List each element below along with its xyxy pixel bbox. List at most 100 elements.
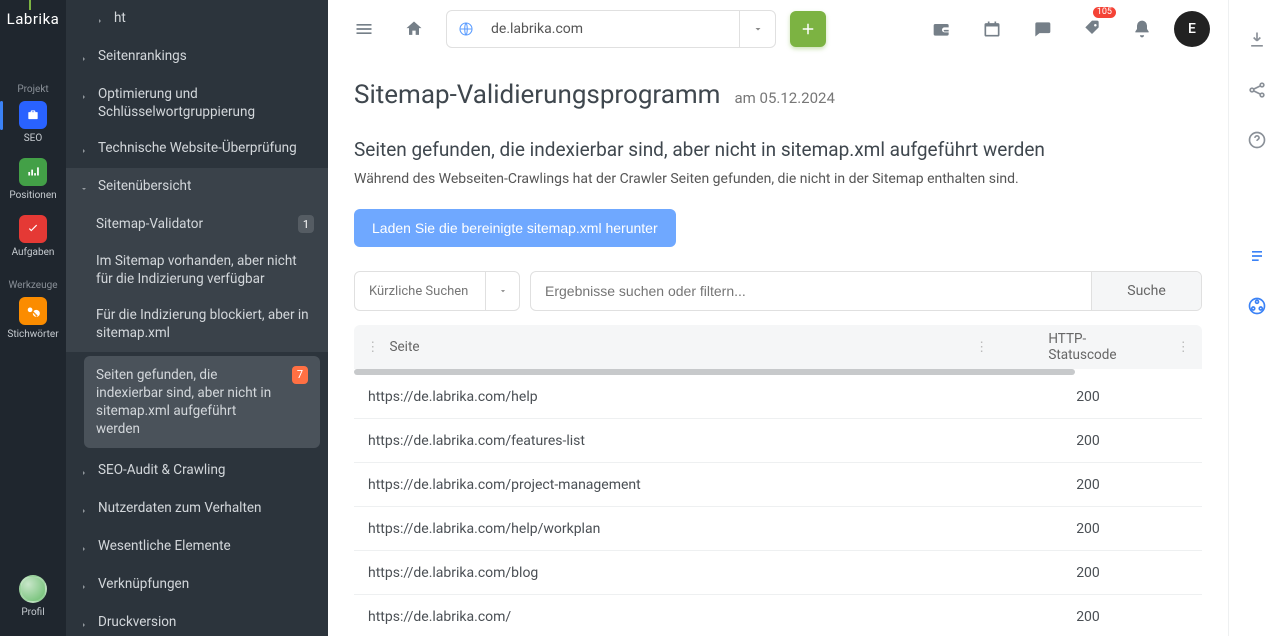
sidebar-item-label: Seitenrankings [98,47,314,65]
briefcase-icon [19,101,47,129]
sidebar-item-label: Für die Indizierung blockiert, aber in s… [96,306,314,342]
cell-status: 200 [988,521,1188,537]
page-date: am 05.12.2024 [734,89,834,107]
chevron-right-icon [80,503,90,519]
table-row[interactable]: https://de.labrika.com/project-managemen… [354,463,1202,507]
cell-url: https://de.labrika.com/blog [368,565,988,581]
rail-label: Stichwörter [7,329,58,340]
table-scroll-indicator [354,369,1202,375]
sidebar-item[interactable]: Für die Indizierung blockiert, aber in s… [66,297,328,351]
user-avatar[interactable]: E [1174,11,1210,47]
chevron-right-icon [80,143,90,159]
search-input[interactable] [531,272,1091,310]
sidebar-item-label: Sitemap-Validator [96,215,284,233]
sidebar-item[interactable]: Sitemap-Validator1 [66,206,328,242]
chevron-right-icon [80,51,90,67]
recent-searches-dropdown[interactable]: Kürzliche Suchen [354,271,520,311]
chevron-right-icon [80,579,90,595]
share-icon[interactable] [1247,80,1267,104]
table-row[interactable]: https://de.labrika.com/blog200 [354,551,1202,595]
column-menu-icon[interactable]: ⋮ [975,339,989,355]
page-title: Sitemap-Validierungsprogramm [354,80,720,110]
sidebar-item[interactable]: Verknüpfungen [66,566,328,604]
cell-url: https://de.labrika.com/project-managemen… [368,477,988,493]
cell-status: 200 [988,433,1188,449]
page-header: Sitemap-Validierungsprogramm am 05.12.20… [354,80,1202,110]
rail-label: Aufgaben [12,247,55,258]
cell-status: 200 [988,389,1188,405]
menu-button[interactable] [346,11,382,47]
sidebar-nav: ht Seitenrankings Optimierung und Schlüsse… [66,0,328,636]
sidebar-item-label: Seiten gefunden, die indexierbar sind, a… [96,366,278,439]
sidebar-item-label: Verknüpfungen [98,575,314,593]
sidebar-badge: 7 [292,366,308,384]
download-icon[interactable] [1247,30,1267,54]
main-area: de.labrika.com 105 [328,0,1228,636]
sidebar-item-label: ht [114,9,314,27]
help-icon[interactable] [1247,130,1267,154]
chart-icon [19,158,47,186]
chevron-down-icon[interactable] [739,11,775,47]
cell-status: 200 [988,565,1188,581]
sidebar-item[interactable]: Druckversion [66,604,328,636]
sidebar-item[interactable]: Optimierung und Schlüsselwortgruppierung [66,76,328,130]
site-selector[interactable]: de.labrika.com [446,10,776,48]
sidebar-item-label: Wesentliche Elemente [98,537,314,555]
sidebar-item[interactable]: Wesentliche Elemente [66,528,328,566]
bell-button[interactable] [1124,11,1160,47]
cell-status: 200 [988,477,1188,493]
sidebar-item[interactable]: Technische Website-Überprüfung [66,130,328,168]
site-name: de.labrika.com [485,21,739,37]
column-status-label: HTTP-Statuscode [1048,331,1116,363]
sidebar-item[interactable]: ht [66,0,328,38]
globe-network-icon[interactable] [1247,296,1267,320]
sidebar-item-label: Technische Website-Überprüfung [98,139,314,157]
cell-url: https://de.labrika.com/help [368,389,988,405]
column-menu-icon[interactable]: ⋮ [366,339,380,355]
add-site-button[interactable] [790,11,826,47]
sidebar-item[interactable]: SEO-Audit & Crawling [66,452,328,490]
section-description: Während des Webseiten-Crawlings hat der … [354,171,1202,187]
action-rail [1228,0,1284,636]
table-row[interactable]: https://de.labrika.com/help/workplan200 [354,507,1202,551]
avatar-icon [19,575,47,603]
sidebar-item[interactable]: Seiten gefunden, die indexierbar sind, a… [84,356,320,449]
recent-searches-label: Kürzliche Suchen [355,272,485,310]
notification-badge: 105 [1093,7,1116,19]
rail-item-keywords[interactable]: Stichwörter [7,297,58,340]
rail-profile-label: Profil [21,607,44,618]
topbar: de.labrika.com 105 [328,0,1228,58]
rail-item-seo[interactable]: SEO [19,101,47,144]
sidebar-item[interactable]: Seitenrankings [66,38,328,76]
icon-rail: Labrika Projekt SEO Positionen Aufgaben … [0,0,66,636]
rail-item-tasks[interactable]: Aufgaben [12,215,55,258]
table-row[interactable]: https://de.labrika.com/help200 [354,375,1202,419]
sidebar-item[interactable]: Nutzerdaten zum Verhalten [66,490,328,528]
search-button[interactable]: Suche [1091,272,1201,310]
cell-status: 200 [988,609,1188,625]
column-page-label: Seite [390,339,420,355]
rail-section-tools: Werkzeuge [8,280,57,291]
column-menu-icon[interactable]: ⋮ [1177,339,1191,355]
chevron-right-icon [80,541,90,557]
sidebar-item[interactable]: Seitenübersicht [66,168,328,206]
sidebar-item-label: Im Sitemap vorhanden, aber nicht für die… [96,252,314,288]
sidebar-item-label: Nutzerdaten zum Verhalten [98,499,314,517]
calendar-button[interactable] [974,11,1010,47]
sidebar-item-label: Optimierung und Schlüsselwortgruppierung [98,85,314,121]
rail-item-positions[interactable]: Positionen [9,158,56,201]
download-sitemap-button[interactable]: Laden Sie die bereinigte sitemap.xml her… [354,209,676,247]
chat-button[interactable] [1024,11,1060,47]
chevron-right-icon [80,617,90,633]
table-row[interactable]: https://de.labrika.com/features-list200 [354,419,1202,463]
rail-profile[interactable]: Profil [19,575,47,618]
list-icon[interactable] [1247,246,1267,270]
table-row[interactable]: https://de.labrika.com/200 [354,595,1202,636]
home-button[interactable] [396,11,432,47]
page-content: Sitemap-Validierungsprogramm am 05.12.20… [328,58,1228,636]
wallet-button[interactable] [924,11,960,47]
sidebar-item[interactable]: Im Sitemap vorhanden, aber nicht für die… [66,243,328,297]
chevron-right-icon [80,89,90,105]
sidebar-item-label: Seitenübersicht [98,177,314,195]
tag-button[interactable]: 105 [1074,11,1110,47]
